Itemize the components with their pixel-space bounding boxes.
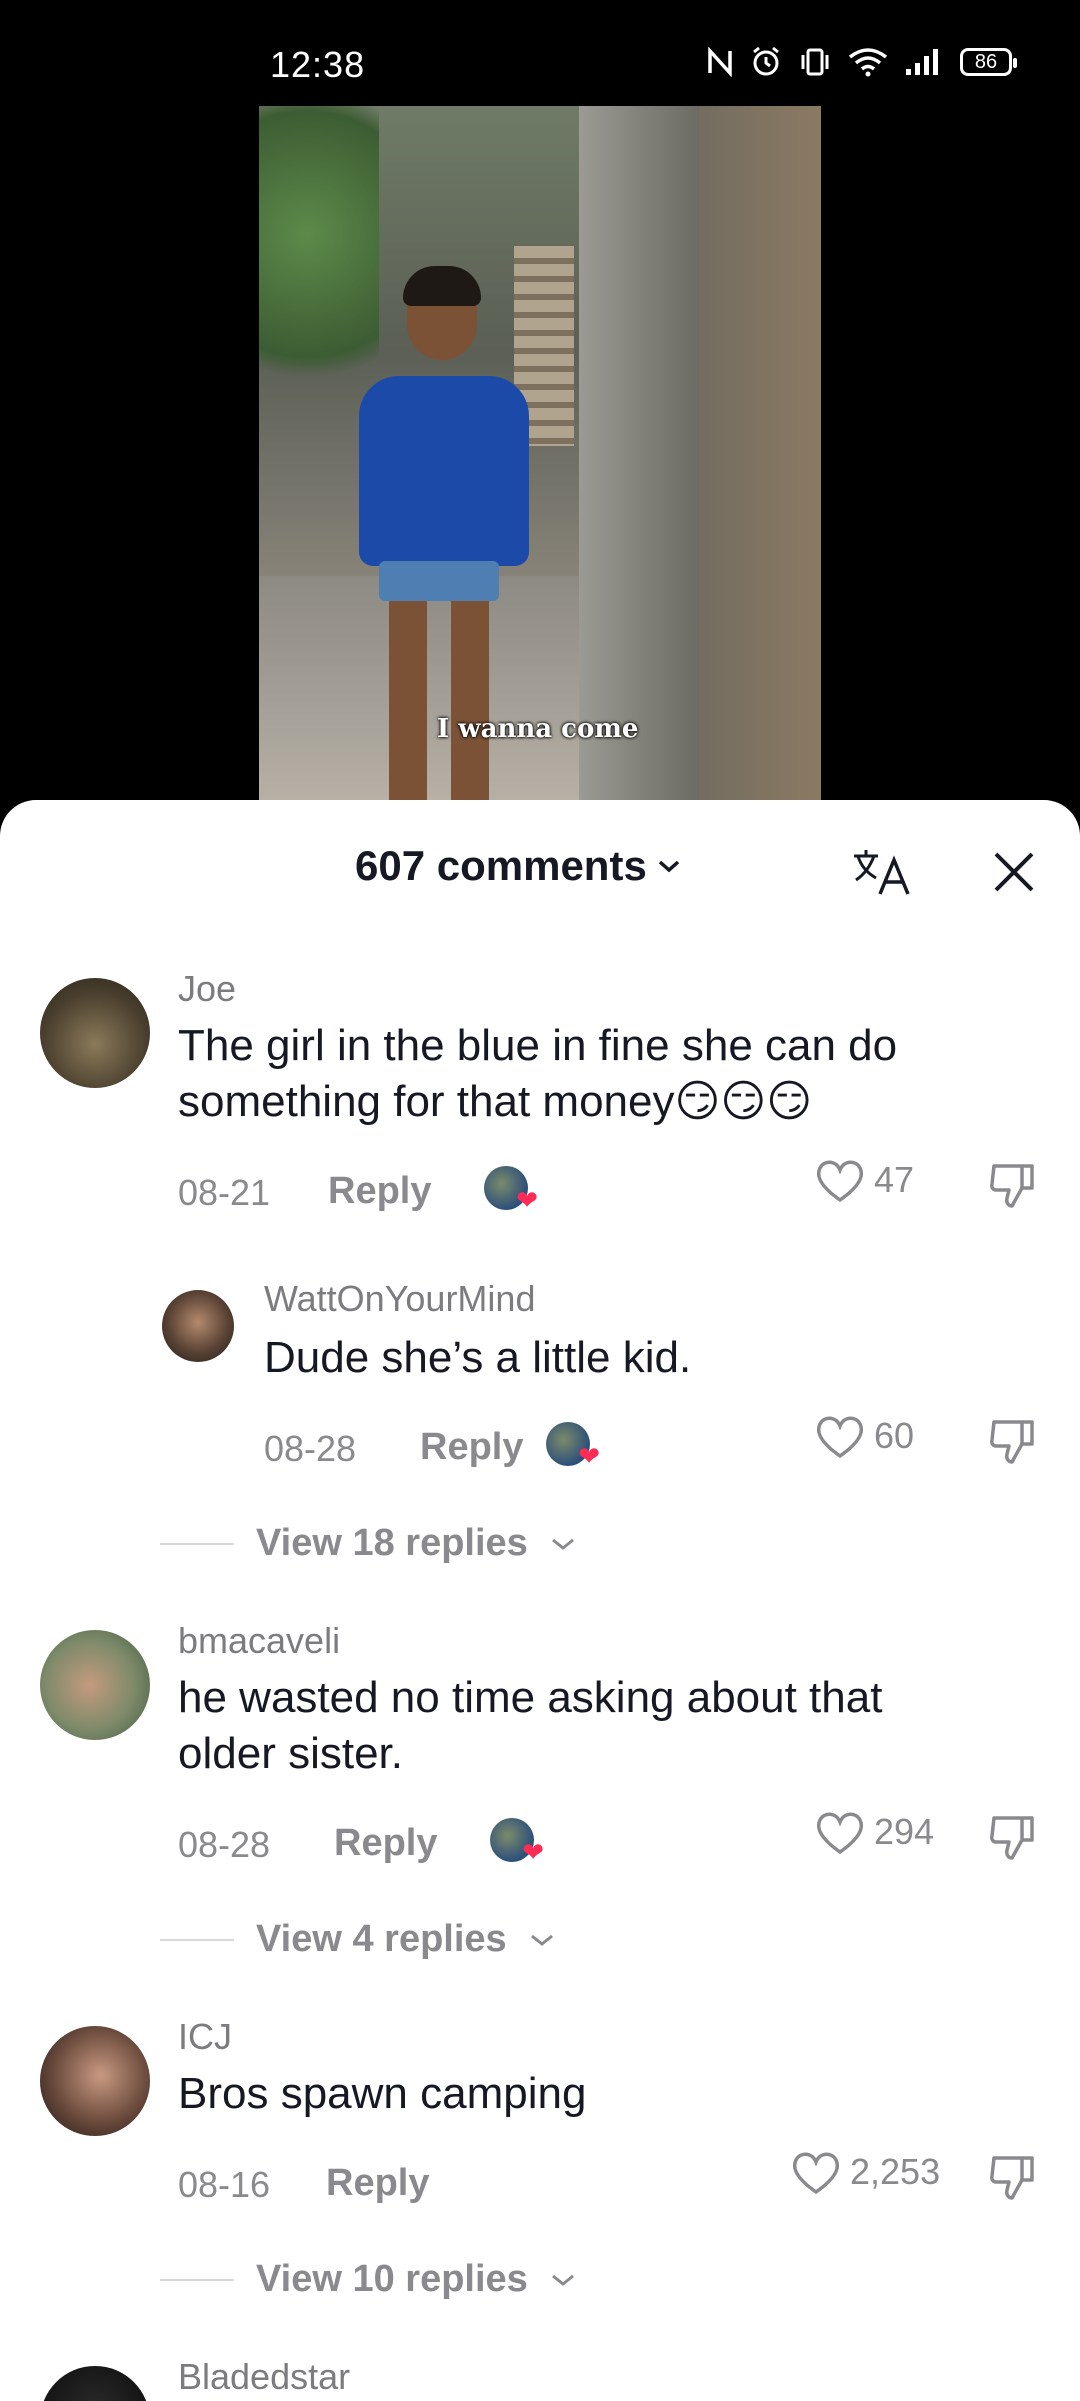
avatar[interactable] — [40, 1630, 150, 1740]
close-icon — [994, 852, 1034, 892]
nfc-icon — [708, 47, 732, 77]
view-replies-label: View 4 replies — [256, 1918, 507, 1960]
comment-text: he wasted no time asking about that olde… — [178, 1673, 883, 1778]
status-time: 12:38 — [270, 44, 366, 85]
comment-count-dropdown[interactable]: 607 comments — [355, 842, 681, 890]
like-count: 2,253 — [850, 2151, 941, 2192]
avatar[interactable] — [40, 2366, 150, 2401]
heart-outline-icon — [816, 1160, 864, 1203]
comment-username[interactable]: ICJ — [178, 2016, 232, 2058]
comment-username[interactable]: bmacaveli — [178, 1620, 340, 1662]
heart-outline-icon — [816, 1416, 864, 1459]
thumbs-down-icon — [990, 2156, 1034, 2200]
translate-icon — [854, 850, 910, 895]
like-button[interactable]: 2,253 — [790, 2148, 940, 2196]
comment-date: 08-28 — [264, 1428, 357, 1469]
avatar[interactable] — [162, 1290, 234, 1362]
comment-date: 08-16 — [178, 2164, 271, 2205]
heart-badge-icon: ❤ — [578, 1441, 600, 1471]
battery-indicator: 86 — [960, 48, 1017, 76]
close-button[interactable] — [986, 844, 1042, 900]
signal-icon — [906, 49, 938, 75]
dislike-button[interactable] — [988, 2152, 1038, 2202]
comment-username[interactable]: Joe — [178, 968, 236, 1010]
translate-button[interactable] — [846, 844, 916, 900]
like-count: 294 — [874, 1811, 935, 1852]
video-scene — [259, 106, 379, 426]
thumbs-down-icon — [990, 1164, 1034, 1208]
view-replies-label: View 18 replies — [256, 1522, 528, 1564]
video-caption: I wanna come — [437, 714, 639, 744]
like-button[interactable]: 60 — [814, 1412, 914, 1460]
heart-outline-icon — [816, 1812, 864, 1855]
comments-header: 607 comments — [0, 800, 1080, 940]
alarm-icon — [753, 46, 779, 76]
comment-date: 08-28 — [178, 1824, 271, 1865]
heart-outline-icon — [792, 2152, 840, 2195]
like-count: 47 — [874, 1159, 915, 1200]
comment-text: Dude she’s a little kid. — [264, 1333, 692, 1382]
dislike-button[interactable] — [988, 1416, 1038, 1466]
chevron-down-icon — [658, 860, 679, 873]
wifi-icon — [848, 48, 888, 77]
like-count: 60 — [874, 1415, 915, 1456]
heart-badge-icon: ❤ — [516, 1185, 538, 1215]
comment-text: Bros spawn camping — [178, 2069, 587, 2118]
reply-button[interactable]: Reply — [326, 2162, 429, 2205]
comment-text: The girl in the blue in fine she can do … — [178, 1021, 898, 1126]
thumbs-down-icon — [990, 1420, 1034, 1464]
comment-count-label: 607 comments — [355, 842, 647, 889]
view-replies-label: View 10 replies — [256, 2258, 528, 2300]
view-replies-button[interactable]: View 4 replies — [160, 1918, 555, 1961]
like-button[interactable]: 294 — [814, 1808, 934, 1856]
reply-button[interactable]: Reply — [420, 1426, 523, 1469]
heart-badge-icon: ❤ — [522, 1837, 544, 1867]
like-button[interactable]: 47 — [814, 1156, 914, 1204]
thumbs-down-icon — [990, 1816, 1034, 1860]
comments-sheet: 607 comments Joe The girl in the blue in… — [0, 800, 1080, 2401]
chevron-down-icon — [551, 1538, 574, 1550]
avatar[interactable] — [40, 2026, 150, 2136]
creator-liked-badge: ❤ — [490, 1818, 544, 1867]
dislike-button[interactable] — [988, 1160, 1038, 1210]
vibrate-icon — [801, 48, 829, 76]
view-replies-button[interactable]: View 18 replies — [160, 1522, 576, 1565]
comment-username[interactable]: Bladedstar — [178, 2356, 350, 2398]
video-player[interactable]: I wanna come — [259, 106, 821, 806]
creator-liked-badge: ❤ — [484, 1166, 538, 1215]
status-bar: 12:38 86 — [0, 0, 1080, 100]
reply-button[interactable]: Reply — [334, 1822, 437, 1865]
dislike-button[interactable] — [988, 1812, 1038, 1862]
chevron-down-icon — [530, 1934, 553, 1946]
comment-username[interactable]: WattOnYourMind — [264, 1278, 535, 1320]
comment-date: 08-21 — [178, 1172, 271, 1213]
avatar[interactable] — [40, 978, 150, 1088]
chevron-down-icon — [551, 2274, 574, 2286]
reply-button[interactable]: Reply — [328, 1170, 431, 1213]
view-replies-button[interactable]: View 10 replies — [160, 2258, 576, 2301]
status-icons: 86 — [706, 46, 1017, 78]
creator-liked-badge: ❤ — [546, 1422, 600, 1471]
